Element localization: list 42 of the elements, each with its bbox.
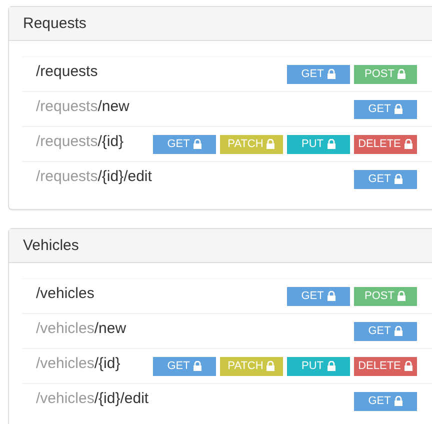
method-badge[interactable]: GET [354,322,417,340]
method-badge[interactable]: DELETE [354,134,417,154]
method-badge[interactable]: GET [354,100,417,118]
method-badge[interactable]: PUT [287,134,350,154]
route-path: /requests [36,62,99,80]
lock-icon [394,104,403,114]
method-badge[interactable]: DELETE [354,356,417,376]
lock-icon [394,396,403,406]
lock-icon [404,361,413,371]
method-badge[interactable]: POST [354,286,417,306]
route-path: /requests/new [36,98,130,114]
lock-icon [192,139,202,149]
lock-icon [326,139,336,149]
lock-icon [394,174,403,184]
lock-icon [404,139,413,149]
lock-icon [192,361,202,371]
method-badge[interactable]: GET [354,170,417,188]
method-badge[interactable]: PATCH [220,356,283,376]
panel-title: Vehicles [23,237,79,254]
lock-icon [326,291,336,301]
route-path: /vehicles/{id} [36,354,122,372]
lock-icon [266,361,276,371]
lock-icon [394,326,403,336]
route-path: /vehicles [36,284,96,302]
route-path: /requests/{id}/edit [36,168,153,184]
method-badge[interactable]: GET [354,392,417,410]
method-badge[interactable]: GET [287,64,350,84]
method-badge[interactable]: POST [354,64,417,84]
route-path: /vehicles/new [36,320,128,336]
method-badge[interactable]: PUT [287,356,350,376]
lock-icon [326,361,336,371]
route-path: /requests/{id} [36,132,125,150]
method-badge[interactable]: GET [153,356,216,376]
lock-icon [397,69,406,79]
method-badge[interactable]: GET [153,134,216,154]
method-badge[interactable]: PATCH [220,134,283,154]
lock-icon [397,291,406,301]
route-path: /vehicles/{id}/edit [36,390,150,406]
lock-icon [326,69,336,79]
panel-title: Requests [23,15,86,32]
method-badge[interactable]: GET [287,286,350,306]
lock-icon [266,139,276,149]
